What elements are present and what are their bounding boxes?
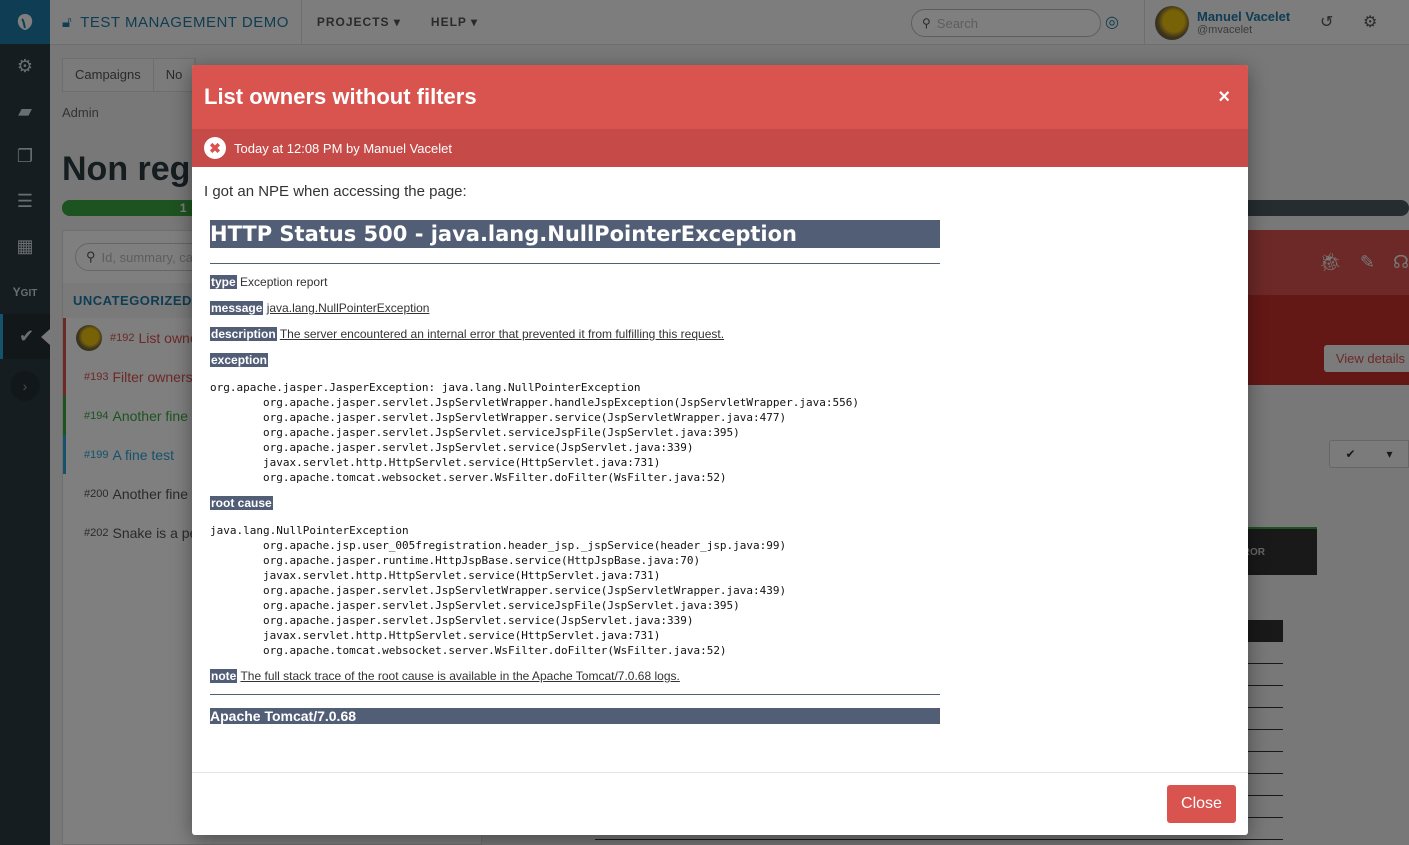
close-button[interactable]: Close	[1167, 785, 1236, 823]
root-cause-stack-trace: java.lang.NullPointerException org.apach…	[210, 524, 787, 657]
report-message: message java.lang.NullPointerException	[210, 301, 430, 315]
report-exception-label: exception	[210, 353, 269, 367]
modal-footer: Close	[192, 772, 1248, 835]
divider	[210, 694, 940, 695]
report-note: note The full stack trace of the root ca…	[210, 669, 680, 683]
close-icon[interactable]: ×	[1218, 86, 1236, 109]
tomcat-error-report: HTTP Status 500 - java.lang.NullPointerE…	[210, 220, 940, 724]
report-type: type Exception report	[210, 275, 328, 289]
report-root-cause-label: root cause	[210, 496, 273, 510]
failed-status-icon: ✖	[204, 137, 226, 159]
comment-modal: List owners without filters × ✖ Today at…	[192, 65, 1248, 835]
report-description: description The server encountered an in…	[210, 327, 725, 341]
modal-title: List owners without filters	[204, 84, 477, 109]
comment-intro: I got an NPE when accessing the page:	[204, 183, 467, 200]
exception-stack-trace: org.apache.jasper.JasperException: java.…	[210, 381, 860, 484]
divider	[210, 263, 940, 264]
server-footer: Apache Tomcat/7.0.68	[210, 708, 940, 724]
modal-meta-text: Today at 12:08 PM by Manuel Vacelet	[234, 140, 452, 156]
modal-header: List owners without filters ×	[192, 65, 1248, 129]
modal-body: I got an NPE when accessing the page: HT…	[192, 167, 1248, 724]
modal-meta: ✖ Today at 12:08 PM by Manuel Vacelet	[192, 129, 1248, 167]
error-heading: HTTP Status 500 - java.lang.NullPointerE…	[210, 220, 940, 248]
